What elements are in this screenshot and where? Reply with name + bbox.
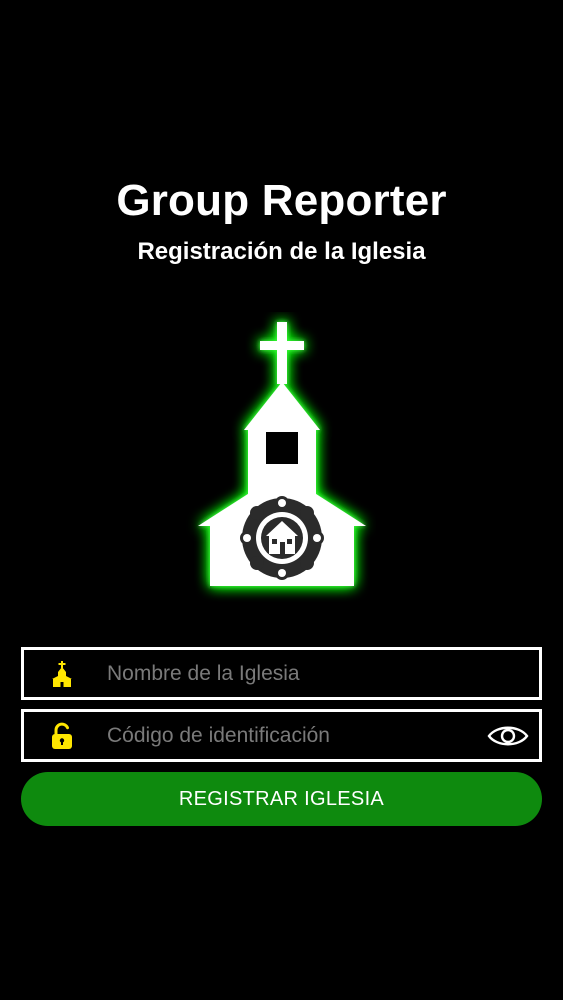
church-name-input[interactable] — [107, 650, 477, 697]
id-code-field[interactable] — [21, 709, 542, 762]
church-name-field[interactable] — [21, 647, 542, 700]
register-church-button[interactable]: REGISTRAR IGLESIA — [21, 772, 542, 826]
app-title: Group Reporter — [116, 176, 447, 225]
community-emblem — [240, 496, 324, 580]
church-icon — [198, 322, 366, 586]
unlock-icon — [52, 722, 72, 749]
id-code-input[interactable] — [107, 712, 477, 759]
page-subtitle: Registración de la Iglesia — [137, 238, 426, 265]
eye-icon[interactable] — [487, 721, 529, 751]
church-small-icon — [52, 661, 72, 687]
